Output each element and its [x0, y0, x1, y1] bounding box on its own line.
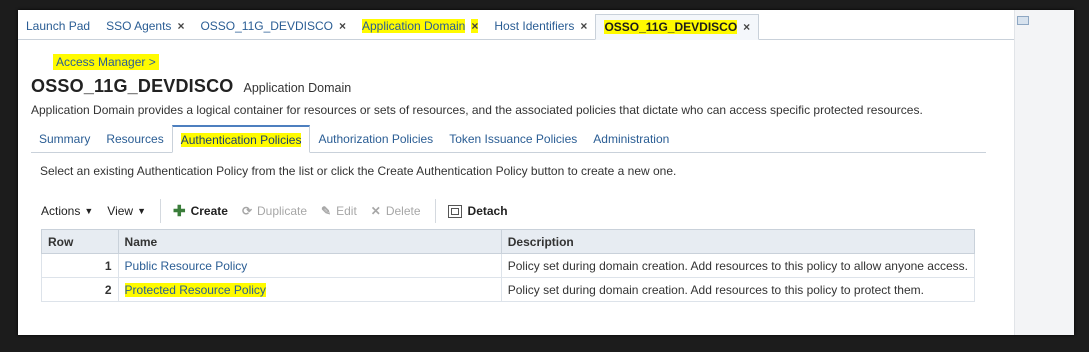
policies-table: Row Name Description 1 Public Resource P…: [41, 229, 976, 302]
edit-label: Edit: [336, 204, 357, 218]
tab-resources[interactable]: Resources: [98, 125, 171, 152]
tab-host-identifiers[interactable]: Host Identifiers ×: [486, 13, 595, 39]
delete-label: Delete: [385, 204, 421, 218]
table-row[interactable]: 1 Public Resource Policy Policy set duri…: [41, 253, 976, 278]
view-label: View: [107, 204, 134, 218]
duplicate-icon: ⟳: [241, 204, 252, 218]
toolbar-divider: [434, 199, 436, 223]
tab-token-issuance-policies[interactable]: Token Issuance Policies: [441, 125, 585, 152]
tab-authorization-policies[interactable]: Authorization Policies: [310, 125, 441, 152]
tab-label: SSO Agents: [106, 19, 172, 33]
close-icon[interactable]: ×: [177, 19, 184, 33]
create-button[interactable]: ✚ Create: [173, 202, 228, 220]
breadcrumb[interactable]: Access Manager >: [53, 54, 159, 70]
tab-label: Authentication Policies: [180, 132, 302, 147]
policy-link[interactable]: Public Resource Policy: [125, 259, 248, 273]
tab-sso-agents[interactable]: SSO Agents ×: [98, 13, 192, 39]
tab-label: Authorization Policies: [318, 131, 434, 146]
close-icon[interactable]: ×: [743, 20, 750, 34]
sub-tab-bar: Summary Resources Authentication Policie…: [31, 125, 986, 153]
tab-label: Resources: [106, 131, 164, 146]
tab-label: Host Identifiers: [494, 19, 575, 33]
tab-launch-pad[interactable]: Launch Pad: [18, 13, 98, 39]
page-description: Application Domain provides a logical co…: [31, 103, 923, 117]
actions-label: Actions: [41, 204, 81, 218]
detach-button[interactable]: Detach: [447, 204, 508, 218]
chevron-down-icon: ▼: [137, 206, 146, 216]
detach-icon: [447, 204, 462, 218]
toolbar: Actions ▼ View ▼ ✚ Create ⟳ Duplicate ✎ …: [41, 198, 522, 224]
plus-icon: ✚: [173, 203, 186, 220]
close-icon[interactable]: ×: [471, 19, 479, 33]
duplicate-button[interactable]: ⟳ Duplicate: [242, 204, 307, 218]
row-number: 1: [41, 253, 119, 278]
name-cell: Public Resource Policy: [117, 253, 502, 278]
close-icon[interactable]: ×: [580, 19, 587, 33]
name-cell: Protected Resource Policy: [117, 277, 502, 302]
description-cell: Policy set during domain creation. Add r…: [500, 277, 976, 302]
title-row: OSSO_11G_DEVDISCO Application Domain: [31, 76, 351, 97]
tab-label: Application Domain: [361, 19, 466, 33]
description-cell: Policy set during domain creation. Add r…: [500, 253, 976, 278]
column-header-description[interactable]: Description: [500, 229, 976, 254]
create-label: Create: [190, 204, 228, 218]
close-icon[interactable]: ×: [339, 19, 346, 33]
policy-link[interactable]: Protected Resource Policy: [124, 282, 266, 297]
tab-label: Administration: [593, 131, 670, 146]
tab-summary[interactable]: Summary: [31, 125, 98, 152]
x-icon: ✕: [370, 204, 381, 218]
column-header-row[interactable]: Row: [41, 229, 119, 254]
delete-button[interactable]: ✕ Delete: [371, 204, 421, 218]
window-icon[interactable]: [1017, 16, 1029, 25]
tab-application-domain[interactable]: Application Domain ×: [354, 13, 486, 39]
duplicate-label: Duplicate: [257, 204, 308, 218]
detach-label: Detach: [467, 204, 508, 218]
top-tab-bar: Launch Pad SSO Agents × OSSO_11G_DEVDISC…: [18, 10, 1014, 40]
view-menu[interactable]: View ▼: [107, 204, 146, 218]
row-number: 2: [41, 277, 119, 302]
tab-authentication-policies[interactable]: Authentication Policies: [171, 125, 311, 153]
toolbar-divider: [160, 199, 161, 223]
edit-button[interactable]: ✎ Edit: [321, 204, 357, 218]
tab-label: OSSO_11G_DEVDISCO: [200, 19, 333, 33]
actions-menu[interactable]: Actions ▼: [41, 204, 93, 218]
tab-label: Summary: [39, 131, 91, 146]
tab-label: Launch Pad: [26, 19, 91, 33]
tab-administration[interactable]: Administration: [585, 125, 677, 152]
column-header-name[interactable]: Name: [117, 229, 502, 254]
instruction-text: Select an existing Authentication Policy…: [40, 164, 677, 178]
tab-osso-11g-devdisco-active[interactable]: OSSO_11G_DEVDISCO ×: [595, 14, 760, 40]
main-panel: Launch Pad SSO Agents × OSSO_11G_DEVDISC…: [18, 10, 1074, 335]
tab-label: Token Issuance Policies: [449, 131, 578, 146]
chevron-down-icon: ▼: [84, 206, 94, 216]
tab-osso-11g-devdisco[interactable]: OSSO_11G_DEVDISCO ×: [192, 13, 354, 39]
screenshot-frame: Launch Pad SSO Agents × OSSO_11G_DEVDISC…: [0, 0, 1089, 352]
page-title: OSSO_11G_DEVDISCO: [31, 76, 234, 96]
tab-label: OSSO_11G_DEVDISCO: [604, 20, 738, 34]
pencil-icon: ✎: [321, 204, 332, 218]
page-subtitle: Application Domain: [243, 81, 352, 95]
table-header-row: Row Name Description: [41, 229, 976, 254]
table-row[interactable]: 2 Protected Resource Policy Policy set d…: [41, 277, 976, 302]
right-strip: [1014, 10, 1074, 335]
